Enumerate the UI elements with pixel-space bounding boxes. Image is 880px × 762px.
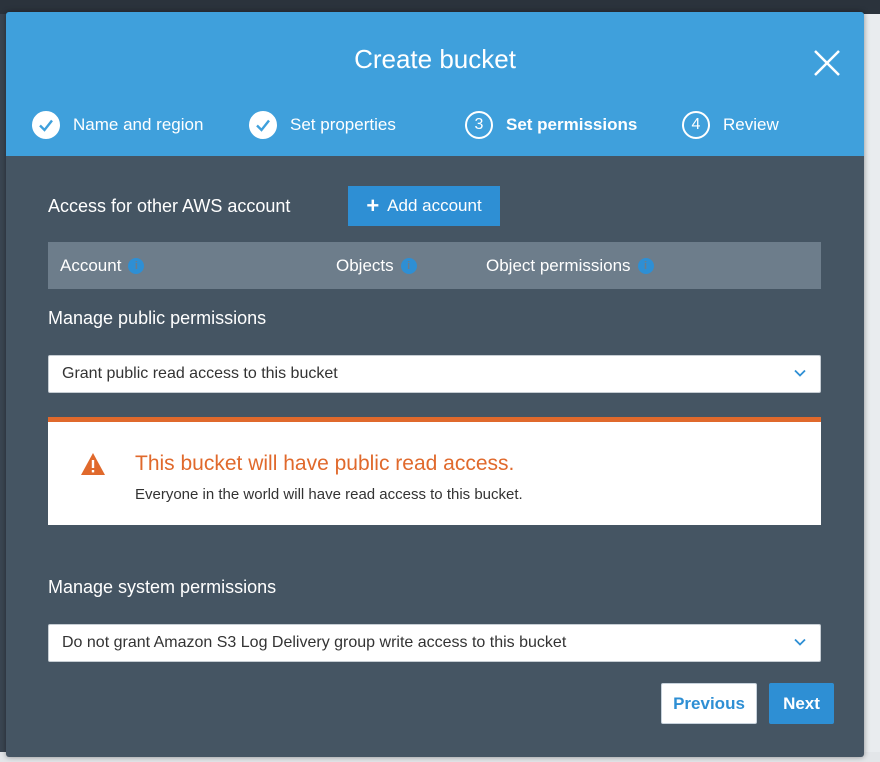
step-label: Set properties — [290, 115, 396, 134]
step-name-and-region[interactable]: Name and region — [32, 107, 203, 143]
add-account-label: Add account — [387, 196, 482, 215]
public-permissions-value: Grant public read access to this bucket — [62, 365, 338, 382]
next-button[interactable]: Next — [769, 683, 834, 724]
dialog-title: Create bucket — [354, 44, 516, 74]
step-label: Name and region — [73, 115, 204, 134]
public-permissions-label: Manage public permissions — [48, 308, 267, 328]
checkmark-icon — [249, 111, 277, 139]
wizard-steps: Name and region Set properties 3 Set per… — [6, 107, 864, 143]
close-button[interactable] — [810, 46, 844, 80]
dialog-header: Create bucket Name and region Set proper… — [6, 12, 864, 156]
column-objects: Objects — [336, 242, 417, 289]
system-permissions-select[interactable]: Do not grant Amazon S3 Log Delivery grou… — [48, 624, 821, 662]
close-icon — [814, 50, 840, 76]
system-permissions-label: Manage system permissions — [48, 577, 277, 597]
info-icon[interactable] — [400, 257, 417, 274]
step-set-permissions[interactable]: 3 Set permissions — [465, 107, 637, 143]
warning-title: This bucket will have public read access… — [135, 452, 515, 475]
step-review[interactable]: 4 Review — [682, 107, 779, 143]
step-number: 4 — [682, 111, 710, 139]
account-table-header: Account Objects Object permissions — [48, 242, 821, 289]
create-bucket-dialog: Create bucket Name and region Set proper… — [6, 12, 864, 757]
public-permissions-select[interactable]: Grant public read access to this bucket — [48, 355, 821, 393]
system-permissions-value: Do not grant Amazon S3 Log Delivery grou… — [62, 634, 567, 651]
info-icon[interactable] — [128, 257, 145, 274]
previous-button[interactable]: Previous — [661, 683, 757, 724]
checkmark-icon — [32, 111, 60, 139]
column-object-permissions: Object permissions — [486, 242, 654, 289]
other-account-access-label: Access for other AWS account — [48, 196, 291, 216]
step-set-properties[interactable]: Set properties — [249, 107, 396, 143]
public-access-warning: This bucket will have public read access… — [48, 417, 821, 525]
warning-message: Everyone in the world will have read acc… — [135, 486, 523, 503]
step-label: Review — [723, 115, 779, 134]
plus-icon: + — [366, 193, 380, 218]
chevron-down-icon — [794, 638, 806, 646]
info-icon[interactable] — [637, 257, 654, 274]
add-account-button[interactable]: + Add account — [348, 186, 500, 226]
chevron-down-icon — [794, 369, 806, 377]
warning-icon — [81, 453, 105, 475]
step-label: Set permissions — [506, 115, 638, 134]
step-number: 3 — [465, 111, 493, 139]
column-account: Account — [60, 242, 145, 289]
